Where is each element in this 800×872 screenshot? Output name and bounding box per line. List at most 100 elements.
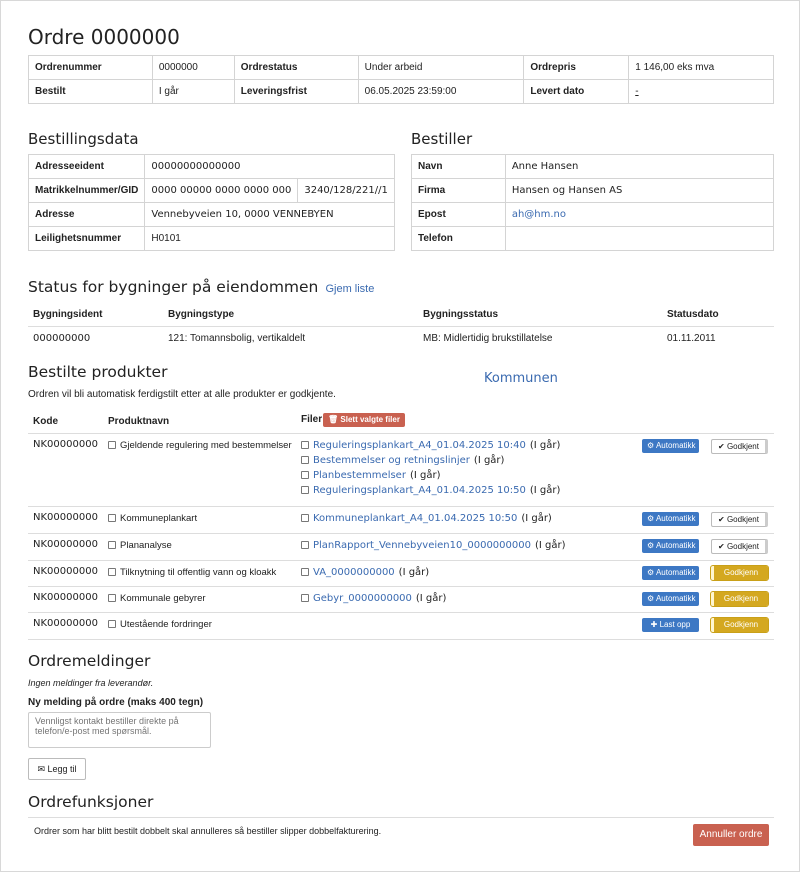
product-files: PlanRapport_Vennebyveien10_0000000000 (I … <box>301 538 566 553</box>
action-label: Automatikk <box>655 514 696 523</box>
order-price-label: Ordrepris <box>523 55 630 80</box>
functions-row: Ordrer som har blitt bestilt dobbelt ska… <box>28 817 774 851</box>
file-item: Kommuneplankart_A4_01.04.2025 10:50 (I gå… <box>301 511 552 526</box>
file-checkbox[interactable] <box>301 514 309 523</box>
approve-label: Godkjent <box>726 515 759 524</box>
product-code: NK00000000 <box>33 618 98 629</box>
navn-label: Navn <box>411 154 506 179</box>
hide-list-link[interactable]: Gjem liste <box>325 283 374 295</box>
product-name[interactable]: Kommunale gebyrer <box>108 593 206 604</box>
building-status: MB: Midlertidig brukstillatelse <box>423 332 553 344</box>
product-name[interactable]: Plananalyse <box>108 540 172 551</box>
firma-value: Hansen og Hansen AS <box>504 178 775 203</box>
file-date: (I går) <box>529 440 561 451</box>
approved-button[interactable]: ✔ Godkjent <box>711 512 768 527</box>
product-code: NK00000000 <box>33 592 98 603</box>
file-checkbox[interactable] <box>301 471 309 480</box>
order-page: Ordre 0000000 Ordrenummer 0000000 Ordres… <box>0 0 800 872</box>
col-filer: Filer <box>301 414 323 425</box>
product-name-label: Tilknytning til offentlig vann og kloakk <box>120 567 277 578</box>
product-row: NK00000000 Plananalyse PlanRapport_Venneby… <box>28 533 774 560</box>
gear-icon: ⚙ <box>647 514 656 523</box>
file-link[interactable]: Reguleringsplankart_A4_01.04.2025 10:50 <box>313 485 526 496</box>
automatic-button[interactable]: ⚙ Automatikk <box>642 592 699 606</box>
product-name[interactable]: Utestående fordringer <box>108 619 212 630</box>
gear-icon: ⚙ <box>647 568 656 577</box>
new-message-label: Ny melding på ordre (maks 400 tegn) <box>28 697 204 708</box>
delete-selected-files-button[interactable]: 🗑 Slett valgte filer <box>323 413 405 427</box>
upload-button[interactable]: ✚ Last opp <box>642 618 699 632</box>
ordered-label: Bestilt <box>28 79 153 104</box>
approve-button[interactable]: Godkjenn <box>710 565 769 581</box>
approve-button[interactable]: Godkjenn <box>710 617 769 633</box>
file-checkbox[interactable] <box>301 541 309 550</box>
file-checkbox[interactable] <box>301 456 309 465</box>
matrikkel-value: 0000 00000 0000 0000 000 <box>144 178 299 203</box>
product-name[interactable]: Kommuneplankart <box>108 513 197 524</box>
file-link[interactable]: VA_0000000000 <box>313 567 395 578</box>
navn-value: Anne Hansen <box>504 154 775 179</box>
product-checkbox[interactable] <box>108 514 116 523</box>
product-checkbox[interactable] <box>108 441 116 450</box>
file-link[interactable]: Planbestemmelser <box>313 470 406 481</box>
action-label: Automatikk <box>655 441 696 450</box>
epost-link[interactable]: ah@hm.no <box>512 209 566 220</box>
add-message-button[interactable]: ✉ Legg til <box>28 758 86 780</box>
file-link[interactable]: Kommuneplankart_A4_01.04.2025 10:50 <box>313 513 517 524</box>
approved-button[interactable]: ✔ Godkjent <box>711 539 768 554</box>
product-row: NK00000000 Tilknytning til offentlig vann… <box>28 560 774 586</box>
cancel-order-button[interactable]: Annuller ordre <box>693 824 769 846</box>
file-checkbox[interactable] <box>301 486 309 495</box>
file-link[interactable]: Reguleringsplankart_A4_01.04.2025 10:40 <box>313 440 526 451</box>
automatic-button[interactable]: ⚙ Automatikk <box>642 439 699 453</box>
delivered-value: - <box>628 79 774 104</box>
product-row: NK00000000 Gjeldende regulering med beste… <box>28 433 774 506</box>
order-number-value: 0000000 <box>151 55 235 80</box>
automatic-button[interactable]: ⚙ Automatikk <box>642 512 699 526</box>
approved-button[interactable]: ✔ Godkjent <box>711 439 768 454</box>
product-row: NK00000000 Kommuneplankart Kommuneplankart… <box>28 506 774 533</box>
kommunen-label[interactable]: Kommunen <box>484 371 558 386</box>
approve-label: Godkjent <box>726 542 759 551</box>
add-message-label: Legg til <box>47 764 77 774</box>
file-checkbox[interactable] <box>301 441 309 450</box>
file-date: (I går) <box>529 485 561 496</box>
product-files: VA_0000000000 (I går) <box>301 565 429 580</box>
building-type: 121: Tomannsbolig, vertikaldelt <box>168 332 306 344</box>
file-checkbox[interactable] <box>301 568 309 577</box>
file-link[interactable]: PlanRapport_Vennebyveien10_0000000000 <box>313 540 531 551</box>
building-ident: 000000000 <box>33 332 91 344</box>
file-date: (I går) <box>409 470 441 481</box>
file-item: Planbestemmelser (I går) <box>301 468 560 483</box>
gear-icon: ⚙ <box>647 441 656 450</box>
product-checkbox[interactable] <box>108 541 116 550</box>
product-name-label: Gjeldende regulering med bestemmelser <box>120 440 292 451</box>
automatic-button[interactable]: ⚙ Automatikk <box>642 539 699 553</box>
adresse-value: Vennebyveien 10, 0000 VENNEBYEN <box>144 202 395 227</box>
plus-icon: ✚ <box>650 620 660 629</box>
bestillingsdata-table: Adresseeident 00000000000000 Matrikkelnu… <box>27 154 395 251</box>
col-statusdato: Statusdato <box>667 309 719 321</box>
action-label: Last opp <box>659 620 691 629</box>
approve-button[interactable]: Godkjenn <box>710 591 769 607</box>
file-checkbox[interactable] <box>301 594 309 603</box>
product-checkbox[interactable] <box>108 594 116 603</box>
file-link[interactable]: Bestemmelser og retningslinjer <box>313 455 470 466</box>
col-bygningsident: Bygningsident <box>33 309 103 321</box>
check-icon: ✔ <box>718 442 727 451</box>
product-checkbox[interactable] <box>108 568 116 577</box>
product-name[interactable]: Gjeldende regulering med bestemmelser <box>108 440 292 451</box>
file-date: (I går) <box>521 513 552 524</box>
ordered-value: I går <box>151 79 235 104</box>
product-name[interactable]: Tilknytning til offentlig vann og kloakk <box>108 567 276 578</box>
order-number-label: Ordrenummer <box>28 55 153 80</box>
epost-label: Epost <box>411 202 506 227</box>
table-row: 000000000 121: Tomannsbolig, vertikaldel… <box>28 326 774 350</box>
automatic-button[interactable]: ⚙ Automatikk <box>642 566 699 580</box>
new-message-input[interactable] <box>28 712 211 748</box>
file-item: Reguleringsplankart_A4_01.04.2025 10:50(… <box>301 483 560 498</box>
file-link[interactable]: Gebyr_0000000000 <box>313 593 412 604</box>
col-kode: Kode <box>33 416 58 427</box>
product-checkbox[interactable] <box>108 620 116 629</box>
products-bottom-border <box>28 639 774 640</box>
